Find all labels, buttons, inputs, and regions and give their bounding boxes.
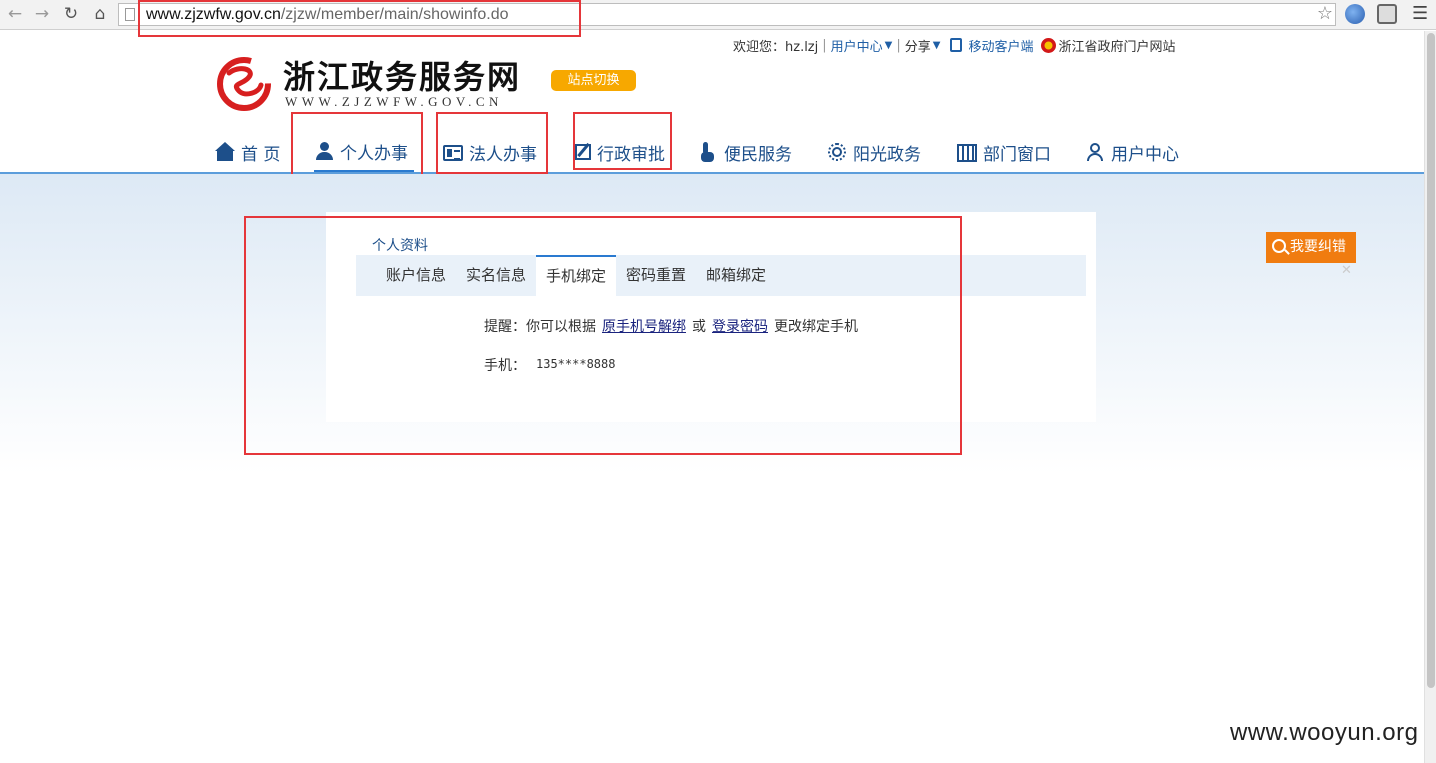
url-path: /zjzw/member/main/showinfo.do bbox=[280, 6, 509, 23]
phone-label: 手机： bbox=[484, 358, 526, 374]
person-icon bbox=[314, 141, 334, 161]
nav-item-label: 部门窗口 bbox=[983, 144, 1051, 165]
site-title: 浙江政务服务网 bbox=[283, 58, 522, 96]
url-host: www.zjzwfw.gov.cn bbox=[146, 6, 281, 23]
tab-password-reset[interactable]: 密码重置 bbox=[626, 255, 686, 296]
national-emblem-icon bbox=[1041, 37, 1057, 53]
mobile-phone-icon bbox=[950, 38, 963, 52]
login-password-link[interactable]: 登录密码 bbox=[712, 319, 768, 335]
sun-icon bbox=[827, 142, 847, 162]
url-text[interactable]: www.zjzwfw.gov.cn/zjzw/member/main/showi… bbox=[146, 5, 509, 25]
id-card-icon bbox=[443, 145, 463, 161]
panel-title: 个人资料 bbox=[372, 238, 428, 254]
nav-item-home[interactable]: 首 页 bbox=[215, 132, 280, 172]
mobile-client-link[interactable]: 移动客户端 bbox=[968, 36, 1033, 55]
nav-item-label: 个人办事 bbox=[340, 143, 408, 164]
provincial-portal-link[interactable]: 浙江省政府门户网站 bbox=[1058, 36, 1175, 55]
tab-phone-binding[interactable]: 手机绑定 bbox=[536, 255, 617, 296]
report-error-button[interactable]: 我要纠错 bbox=[1266, 232, 1356, 263]
chevron-down-icon: ▼ bbox=[932, 39, 941, 51]
nav-item-label: 行政审批 bbox=[597, 144, 665, 165]
hand-pointer-icon bbox=[698, 142, 718, 162]
extension-icon[interactable] bbox=[1377, 4, 1397, 24]
tab-account-info[interactable]: 账户信息 bbox=[386, 255, 446, 296]
tab-email-binding[interactable]: 邮箱绑定 bbox=[706, 255, 766, 296]
phone-notice: 提醒：你可以根据 原手机号解绑或登录密码 更改绑定手机 bbox=[484, 319, 858, 335]
scrollbar-thumb[interactable] bbox=[1427, 33, 1435, 688]
magnifier-icon bbox=[1272, 239, 1286, 253]
top-utility-bar: 欢迎您：hz.lzj | 用户中心 ▼ | 分享 ▼ 移动客户端 浙江省政府门户网站 bbox=[733, 36, 1176, 55]
user-center-dropdown[interactable]: 用户中心 bbox=[831, 36, 883, 55]
nav-item-label: 阳光政务 bbox=[853, 144, 921, 165]
nav-item-personal[interactable]: 个人办事 bbox=[314, 132, 414, 172]
nav-item-label: 用户中心 bbox=[1111, 144, 1179, 165]
nav-item-label: 法人办事 bbox=[469, 144, 537, 165]
user-icon bbox=[1085, 142, 1105, 162]
address-bar[interactable]: www.zjzwfw.gov.cn/zjzw/member/main/showi… bbox=[118, 3, 1336, 26]
nav-item-label: 便民服务 bbox=[724, 144, 792, 165]
page-scrollbar[interactable] bbox=[1424, 31, 1436, 763]
edit-icon bbox=[575, 144, 591, 160]
hamburger-icon[interactable]: ☰ bbox=[1412, 3, 1428, 25]
nav-item-departments[interactable]: 部门窗口 bbox=[957, 132, 1051, 172]
nav-item-transparency[interactable]: 阳光政务 bbox=[827, 132, 921, 172]
site-switch-button[interactable]: 站点切换 bbox=[551, 70, 636, 91]
watermark: www.wooyun.org bbox=[1230, 719, 1419, 746]
globe-extension-icon[interactable] bbox=[1345, 4, 1365, 24]
site-domain: WWW.ZJZWFW.GOV.CN bbox=[285, 94, 503, 109]
main-navigation: 首 页 个人办事 法人办事 行政审批 便民服务 阳光政务 部门窗口 用户中心 bbox=[0, 132, 1424, 172]
chevron-down-icon: ▼ bbox=[884, 39, 893, 51]
nav-item-user-center[interactable]: 用户中心 bbox=[1085, 132, 1179, 172]
close-icon[interactable]: ✕ bbox=[1341, 263, 1352, 278]
forward-arrow-icon[interactable]: → bbox=[31, 3, 53, 25]
page-icon bbox=[125, 8, 135, 21]
share-dropdown[interactable]: 分享 bbox=[905, 36, 931, 55]
back-arrow-icon[interactable]: ← bbox=[4, 3, 26, 25]
nav-item-convenience[interactable]: 便民服务 bbox=[698, 132, 792, 172]
nav-item-label: 首 页 bbox=[241, 144, 281, 165]
unbind-old-phone-link[interactable]: 原手机号解绑 bbox=[602, 319, 686, 335]
building-icon bbox=[957, 143, 977, 162]
site-logo[interactable] bbox=[215, 55, 273, 111]
browser-toolbar: ← → ↻ ⌂ www.zjzwfw.gov.cn/zjzw/member/ma… bbox=[0, 0, 1436, 30]
nav-item-approval[interactable]: 行政审批 bbox=[575, 132, 665, 172]
report-error-label: 我要纠错 bbox=[1290, 239, 1346, 255]
welcome-text: 欢迎您：hz.lzj bbox=[733, 39, 819, 55]
profile-tabs: 账户信息 实名信息 手机绑定 密码重置 邮箱绑定 bbox=[356, 255, 1086, 296]
phone-value: 135****8888 bbox=[536, 357, 616, 371]
home-icon[interactable]: ⌂ bbox=[89, 3, 111, 25]
reload-icon[interactable]: ↻ bbox=[60, 3, 82, 25]
home-icon bbox=[215, 142, 235, 162]
tab-real-name[interactable]: 实名信息 bbox=[466, 255, 526, 296]
star-icon[interactable]: ☆ bbox=[1317, 4, 1333, 24]
nav-item-corporate[interactable]: 法人办事 bbox=[443, 132, 537, 172]
